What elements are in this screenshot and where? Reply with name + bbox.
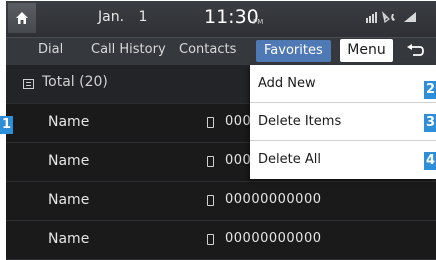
network-icon (404, 12, 416, 22)
signal-icon (366, 11, 377, 23)
mobile-phone-icon (207, 156, 214, 167)
tab-call-history[interactable]: Call History (91, 42, 166, 57)
contact-row[interactable]: Name 00000000000 (6, 221, 436, 260)
callout-badge: 3 (424, 114, 436, 132)
list-icon (23, 79, 34, 89)
status-ampm: PM (253, 18, 264, 26)
menu-button[interactable]: Menu (340, 39, 393, 62)
menu-item-label: Add New (258, 76, 316, 91)
callout-badge: 4 (424, 152, 436, 170)
back-icon (407, 43, 424, 56)
callout-badge: 1 (0, 116, 13, 134)
status-date: Jan. 1 (98, 9, 148, 25)
back-button[interactable] (396, 39, 434, 62)
menu-item-delete-all[interactable]: Delete All (250, 141, 436, 179)
status-time: 11:30 (204, 6, 259, 28)
menu-item-delete-items[interactable]: Delete Items (250, 103, 436, 141)
phone-screen: Jan. 1 11:30 PM Dial Call History Contac… (6, 1, 436, 260)
menu-item-add-new[interactable]: Add New (250, 65, 436, 103)
mobile-phone-icon (207, 234, 214, 245)
tab-bar: Dial Call History Contacts Favorites Men… (6, 37, 436, 66)
favorites-total: Total (20) (42, 74, 108, 90)
mobile-phone-icon (207, 117, 214, 128)
home-icon (16, 12, 28, 24)
bluetooth-phone-icon (381, 11, 395, 23)
contact-number: 00000000000 (225, 231, 322, 246)
status-bar: Jan. 1 11:30 PM (6, 1, 436, 37)
menu-item-label: Delete All (258, 152, 321, 167)
contact-name: Name (48, 114, 90, 130)
contact-number: 00000000000 (225, 192, 322, 207)
contact-name: Name (48, 192, 90, 208)
menu-dropdown: Add New Delete Items Delete All (250, 65, 436, 179)
status-icons (366, 11, 417, 23)
contact-row[interactable]: Name 00000000000 (6, 182, 436, 221)
menu-item-label: Delete Items (258, 114, 342, 129)
contact-name: Name (48, 231, 90, 247)
contact-name: Name (48, 153, 90, 169)
callout-badge: 2 (424, 81, 436, 99)
mobile-phone-icon (207, 195, 214, 206)
tab-contacts[interactable]: Contacts (179, 42, 236, 57)
home-button[interactable] (8, 3, 36, 33)
tab-dial[interactable]: Dial (38, 42, 63, 57)
tab-favorites[interactable]: Favorites (256, 40, 331, 62)
